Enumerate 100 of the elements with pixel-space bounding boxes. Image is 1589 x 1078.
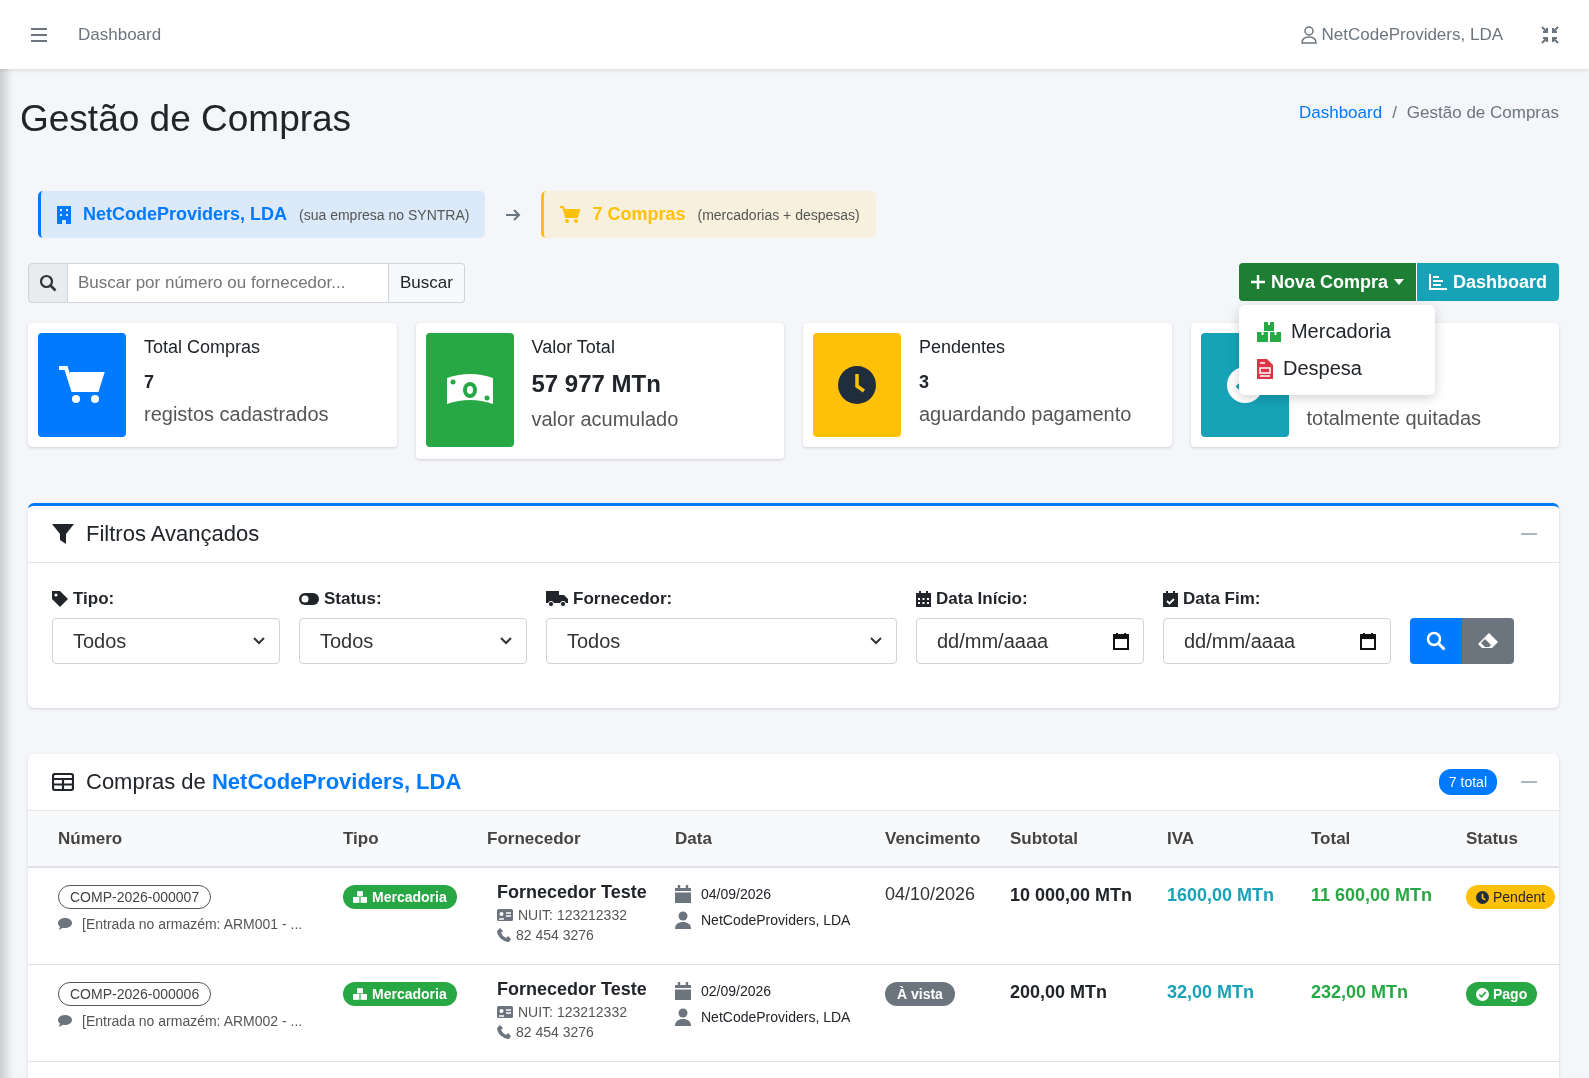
toggle-icon: [299, 593, 319, 605]
menu-icon[interactable]: [30, 27, 48, 42]
tag-icon: [52, 591, 68, 607]
supplier-name: Fornecedor Teste: [497, 882, 647, 903]
purchase-user: NetCodeProviders, LDA: [701, 1009, 851, 1025]
status-badge: Pendent: [1466, 885, 1556, 909]
cart-icon: [560, 205, 581, 224]
nav-link[interactable]: Dashboard: [78, 24, 162, 45]
clear-button[interactable]: [1462, 618, 1514, 664]
filter-label: Status:: [324, 589, 382, 609]
total-amount: 11 600,00 MTn: [1311, 885, 1433, 906]
select-field[interactable]: Todos: [299, 618, 527, 664]
type-badge: Mercadoria: [343, 885, 457, 909]
type-badge: Mercadoria: [343, 982, 457, 1006]
comment-icon: [58, 918, 72, 930]
select-field[interactable]: Todos: [52, 618, 280, 664]
purchases-count: 7 Compras: [592, 204, 686, 225]
purchase-date: 04/09/2026: [701, 886, 772, 902]
plus-icon: [1250, 275, 1265, 289]
stat-title: Total Compras: [144, 337, 262, 358]
phone-icon: [497, 1025, 511, 1039]
search-button[interactable]: Buscar: [389, 263, 465, 303]
search-icon: [1426, 631, 1446, 651]
date-field[interactable]: dd/mm/aaaa: [916, 618, 1144, 664]
purchase-user: NetCodeProviders, LDA: [701, 912, 851, 928]
supplier-nuit: NUIT: 123212332: [518, 1004, 627, 1020]
company-note: (sua empresa no SYNTRA): [299, 206, 470, 223]
search-button[interactable]: [1410, 618, 1462, 664]
calendar-icon: [1113, 632, 1129, 650]
vat-amount: 1600,00 MTn: [1167, 885, 1275, 906]
column-header: Data: [675, 828, 713, 849]
column-header: Status: [1466, 828, 1519, 849]
select-field[interactable]: Todos: [546, 618, 897, 664]
phone-icon: [497, 928, 511, 942]
subtotal-amount: 10 000,00 MTn: [1010, 885, 1133, 906]
breadcrumb-separator: /: [1392, 103, 1397, 123]
comment-icon: [58, 1015, 72, 1027]
calendar-check-icon: [1163, 591, 1178, 607]
new-purchase-button[interactable]: Nova Compra: [1238, 263, 1416, 301]
column-header: IVA: [1167, 828, 1196, 849]
current-page-label: Gestão de Compras: [1406, 103, 1559, 123]
calendar-icon: [916, 591, 931, 607]
filter-label: Fornecedor:: [573, 589, 673, 609]
column-header: Subtotal: [1010, 828, 1079, 849]
user-icon: [1300, 25, 1317, 44]
table-icon: [52, 773, 74, 791]
boxes-icon: [1256, 321, 1281, 342]
search-field[interactable]: Buscar por número ou fornecedor...: [68, 263, 389, 303]
boxes-icon: [353, 988, 367, 1000]
stat-caption: aguardando pagamento: [919, 403, 1132, 426]
card-title: Compras de NetCodeProviders, LDA: [86, 769, 462, 795]
id-card-icon: [497, 1006, 513, 1018]
card-title: Filtros Avançados: [86, 521, 260, 547]
stat-value: 3: [919, 372, 930, 393]
search-icon: [28, 263, 68, 303]
user-icon: [675, 1008, 691, 1026]
chevron-down-icon: [870, 637, 882, 645]
filter-label: Tipo:: [73, 589, 115, 609]
due-date: 04/10/2026: [885, 884, 976, 905]
stat-caption: totalmente quitadas: [1306, 407, 1482, 430]
menu-item[interactable]: Mercadoria: [1238, 313, 1435, 350]
date-field[interactable]: dd/mm/aaaa: [1163, 618, 1391, 664]
cash-badge: À vista: [885, 982, 955, 1006]
check-icon: [1476, 987, 1489, 1001]
column-header: Tipo: [343, 828, 380, 849]
status-badge: Pago: [1466, 982, 1538, 1006]
filter-icon: [52, 524, 74, 544]
user-icon: [675, 911, 691, 929]
calendar-icon: [675, 885, 691, 903]
user-menu[interactable]: NetCodeProviders, LDA: [1300, 24, 1503, 45]
building-icon: [57, 205, 71, 224]
supplier-phone: 82 454 3276: [516, 927, 594, 943]
calendar-icon: [675, 982, 691, 1000]
caret-icon: [1393, 279, 1404, 285]
stat-value: 57 977 MTn: [531, 370, 662, 398]
purchase-note: [Entrada no armazém: ARM002 - ...: [82, 1013, 303, 1029]
purchases-note: (mercadorias + despesas): [697, 206, 860, 223]
supplier-name: Fornecedor Teste: [497, 979, 647, 1000]
supplier-phone: 82 454 3276: [516, 1024, 594, 1040]
total-amount: 232,00 MTn: [1311, 982, 1409, 1003]
stat-value: 7: [144, 372, 155, 393]
chevron-down-icon: [500, 637, 512, 645]
breadcrumb-link[interactable]: Dashboard: [1298, 103, 1383, 123]
purchase-date: 02/09/2026: [701, 983, 772, 999]
vat-amount: 32,00 MTn: [1167, 982, 1255, 1003]
filter-label: Data Fim:: [1183, 589, 1261, 609]
column-header: Total: [1311, 828, 1352, 849]
column-header: Número: [58, 828, 124, 849]
chevron-down-icon: [253, 637, 265, 645]
subtotal-amount: 200,00 MTn: [1010, 982, 1108, 1003]
filter-label: Data Início:: [936, 589, 1028, 609]
eraser-icon: [1478, 633, 1498, 649]
collapse-icon[interactable]: [1541, 25, 1559, 44]
stat-caption: registos cadastrados: [144, 403, 329, 426]
boxes-icon: [353, 891, 367, 903]
purchase-note: [Entrada no armazém: ARM001 - ...: [82, 916, 303, 932]
company-name: NetCodeProviders, LDA: [83, 204, 288, 225]
menu-item[interactable]: Despesa: [1238, 350, 1435, 387]
clock-icon: [1476, 890, 1489, 904]
count-badge: 7 total: [1438, 769, 1497, 795]
